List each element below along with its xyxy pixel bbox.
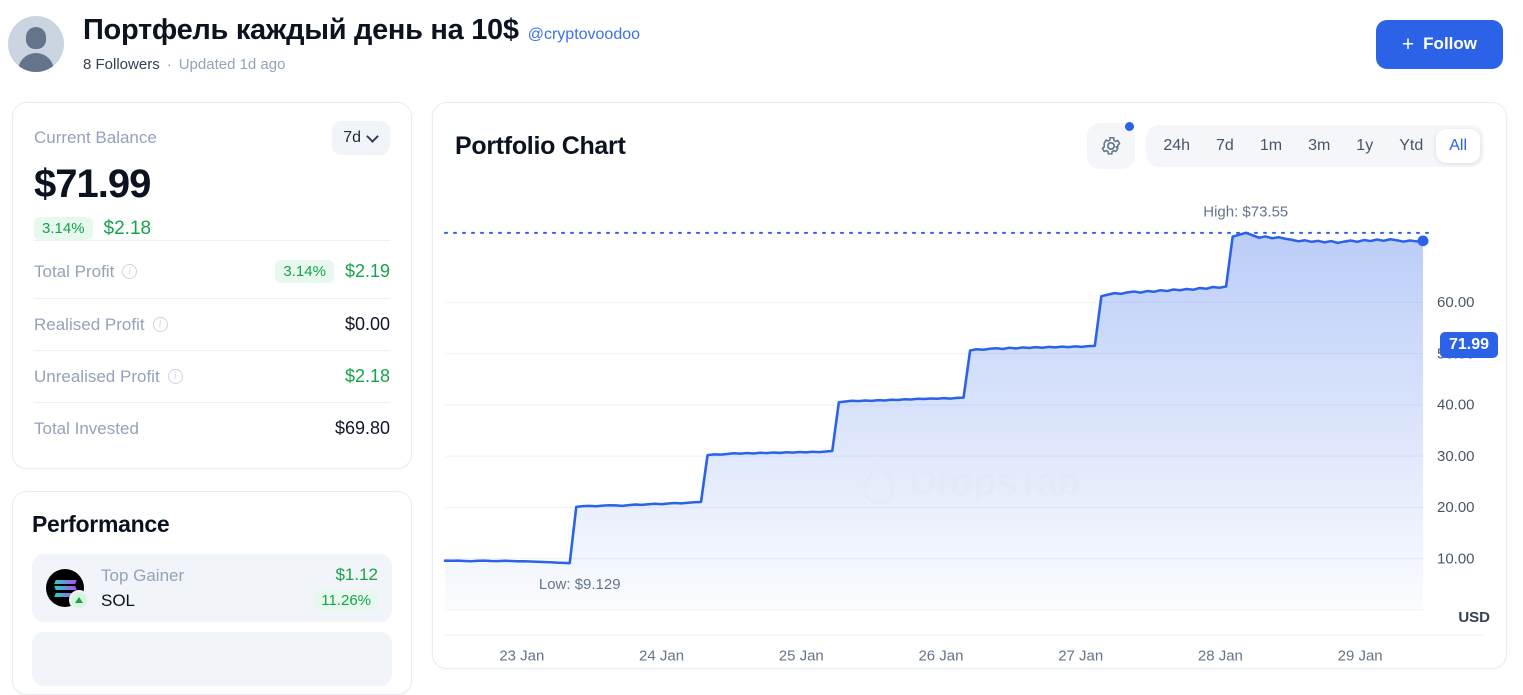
svg-text:25 Jan: 25 Jan — [779, 648, 824, 664]
chart-range-selector: 24h 7d 1m 3m 1y Ytd All — [1146, 125, 1484, 167]
updated-timestamp: Updated 1d ago — [178, 55, 286, 73]
chart-column: Portfolio Chart 24h 7d 1m 3m 1y Ytd All … — [432, 102, 1507, 669]
svg-text:27 Jan: 27 Jan — [1058, 648, 1103, 664]
performance-item-amount: $1.12 — [335, 565, 378, 584]
unrealised-profit-value: $2.18 — [344, 366, 390, 386]
followers-count: 8 Followers — [83, 55, 160, 73]
svg-text:10.00: 10.00 — [1437, 552, 1475, 568]
svg-text:20.00: 20.00 — [1437, 500, 1475, 516]
row-value-group: 3.14% $2.19 — [275, 260, 390, 283]
total-profit-value: $2.19 — [344, 261, 390, 281]
table-row: Realised Profit i $0.00 — [34, 298, 390, 350]
header-text-block: Портфель каждый день на 10$ @cryptovoodo… — [83, 14, 1376, 73]
chart-range-all[interactable]: All — [1436, 129, 1480, 163]
follow-button-label: Follow — [1423, 34, 1477, 53]
header-title-row: Портфель каждый день на 10$ @cryptovoodo… — [83, 14, 1376, 47]
currency-label: USD — [1458, 609, 1490, 626]
chart-range-1y[interactable]: 1y — [1343, 129, 1386, 163]
row-label-unrealised-profit: Unrealised Profit i — [34, 367, 183, 387]
portfolio-chart-card: Portfolio Chart 24h 7d 1m 3m 1y Ytd All … — [432, 102, 1507, 669]
row-label-text: Unrealised Profit — [34, 366, 160, 386]
svg-text:40.00: 40.00 — [1437, 398, 1475, 414]
balance-change-row: 3.14% $2.18 — [34, 217, 390, 240]
current-balance-card: Current Balance 7d $71.99 3.14% $2.18 To… — [12, 102, 412, 469]
gear-icon — [1101, 136, 1121, 155]
avatar — [8, 16, 64, 72]
chart-title: Portfolio Chart — [455, 131, 626, 160]
chart-range-3m[interactable]: 3m — [1295, 129, 1343, 163]
chart-settings-button[interactable] — [1087, 122, 1136, 169]
info-icon[interactable]: i — [152, 317, 168, 332]
table-row: Unrealised Profit i $2.18 — [34, 350, 390, 402]
chart-plot-area[interactable]: 10.0020.0030.0040.0050.0060.00High: $73.… — [433, 181, 1506, 668]
svg-text:23 Jan: 23 Jan — [499, 648, 544, 664]
chevron-down-icon — [368, 131, 379, 142]
chart-range-ytd[interactable]: Ytd — [1386, 129, 1436, 163]
svg-text:60.00: 60.00 — [1437, 295, 1475, 311]
svg-text:28 Jan: 28 Jan — [1198, 648, 1243, 664]
svg-text:24 Jan: 24 Jan — [639, 648, 684, 664]
list-item[interactable] — [32, 632, 392, 686]
performance-item-symbol: SOL — [101, 590, 136, 610]
balance-header-row: Current Balance 7d — [34, 121, 390, 155]
row-label-text: Total Profit — [34, 261, 115, 281]
realised-profit-value: $0.00 — [344, 314, 390, 334]
svg-text:Low: $9.129: Low: $9.129 — [539, 577, 621, 593]
row-label-realised-profit: Realised Profit i — [34, 315, 168, 335]
chart-range-24h[interactable]: 24h — [1150, 129, 1203, 163]
current-balance-amount: $71.99 — [34, 162, 151, 206]
balance-change-value: $2.18 — [103, 217, 152, 239]
sol-coin-icon — [46, 569, 89, 610]
balance-change-percent: 3.14% — [34, 217, 93, 240]
info-icon[interactable]: i — [167, 369, 183, 384]
svg-text:26 Jan: 26 Jan — [918, 648, 963, 664]
balance-range-dropdown[interactable]: 7d — [332, 121, 390, 155]
row-label-total-invested: Total Invested — [34, 419, 139, 439]
info-icon[interactable]: i — [122, 264, 138, 279]
balance-range-value: 7d — [343, 129, 361, 146]
page-header: Портфель каждый день на 10$ @cryptovoodo… — [0, 0, 1523, 88]
chart-range-1m[interactable]: 1m — [1247, 129, 1295, 163]
row-label-text: Total Invested — [34, 418, 139, 438]
performance-item-values: $1.12 11.26% — [314, 565, 378, 611]
performance-card: Performance Top Gainer SOL $1.12 11.26% — [12, 491, 412, 695]
notification-dot-icon — [1125, 122, 1135, 131]
svg-text:30.00: 30.00 — [1437, 449, 1475, 465]
sidebar: Current Balance 7d $71.99 3.14% $2.18 To… — [12, 102, 412, 695]
trend-up-icon — [69, 590, 89, 610]
chart-controls: 24h 7d 1m 3m 1y Ytd All — [1087, 122, 1484, 169]
chart-range-7d[interactable]: 7d — [1203, 129, 1247, 163]
main-layout: Current Balance 7d $71.99 3.14% $2.18 To… — [0, 88, 1523, 695]
user-handle-link[interactable]: @cryptovoodoo — [528, 26, 640, 44]
performance-item-percent: 11.26% — [314, 590, 378, 611]
portfolio-area-chart: 10.0020.0030.0040.0050.0060.00High: $73.… — [443, 205, 1483, 664]
svg-text:High: $73.55: High: $73.55 — [1203, 205, 1288, 221]
performance-title: Performance — [32, 511, 170, 537]
current-price-badge: 71.99 — [1439, 332, 1498, 358]
page-title: Портфель каждый день на 10$ — [83, 14, 519, 47]
meta-separator: · — [166, 55, 172, 73]
chart-header: Portfolio Chart 24h 7d 1m 3m 1y Ytd All — [433, 122, 1506, 169]
plus-icon: + — [1401, 32, 1415, 56]
list-item[interactable]: Top Gainer SOL $1.12 11.26% — [32, 554, 392, 622]
row-label-total-profit: Total Profit i — [34, 261, 138, 282]
current-balance-label: Current Balance — [34, 128, 157, 147]
follow-button[interactable]: + Follow — [1375, 19, 1503, 69]
table-row: Total Invested $69.80 — [34, 402, 390, 454]
row-label-text: Realised Profit — [34, 314, 145, 334]
total-profit-percent: 3.14% — [275, 260, 334, 283]
performance-item-kind: Top Gainer — [101, 565, 185, 585]
table-row: Total Profit i 3.14% $2.19 — [34, 240, 390, 298]
total-invested-value: $69.80 — [334, 418, 390, 438]
performance-item-text: Top Gainer SOL — [101, 566, 314, 611]
header-meta-row: 8 Followers · Updated 1d ago — [83, 56, 1376, 73]
svg-text:29 Jan: 29 Jan — [1338, 648, 1383, 664]
